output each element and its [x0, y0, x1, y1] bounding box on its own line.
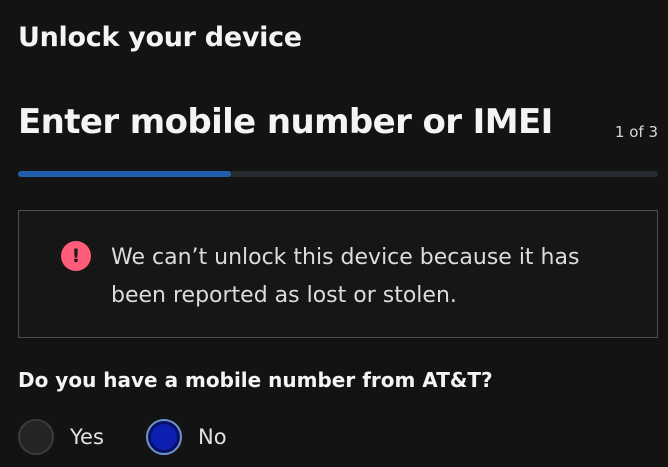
alert-message: We can’t unlock this device because it h… [111, 245, 580, 308]
radio-label-yes: Yes [70, 425, 104, 449]
radio-option-no[interactable]: No [146, 416, 227, 458]
exclamation-icon: ! [61, 241, 91, 271]
radio-option-yes[interactable]: Yes [18, 416, 104, 458]
error-alert: ! We can’t unlock this device because it… [18, 210, 658, 338]
mobile-number-question: Do you have a mobile number from AT&T? [18, 368, 493, 392]
step-title: Enter mobile number or IMEI [18, 102, 553, 142]
page-title: Unlock your device [18, 22, 302, 53]
step-counter: 1 of 3 [614, 123, 658, 141]
radio-label-no: No [198, 425, 227, 449]
radio-button-yes[interactable] [18, 419, 54, 455]
progress-bar [18, 171, 658, 177]
progress-bar-fill [18, 171, 232, 177]
radio-button-no[interactable] [146, 419, 182, 455]
